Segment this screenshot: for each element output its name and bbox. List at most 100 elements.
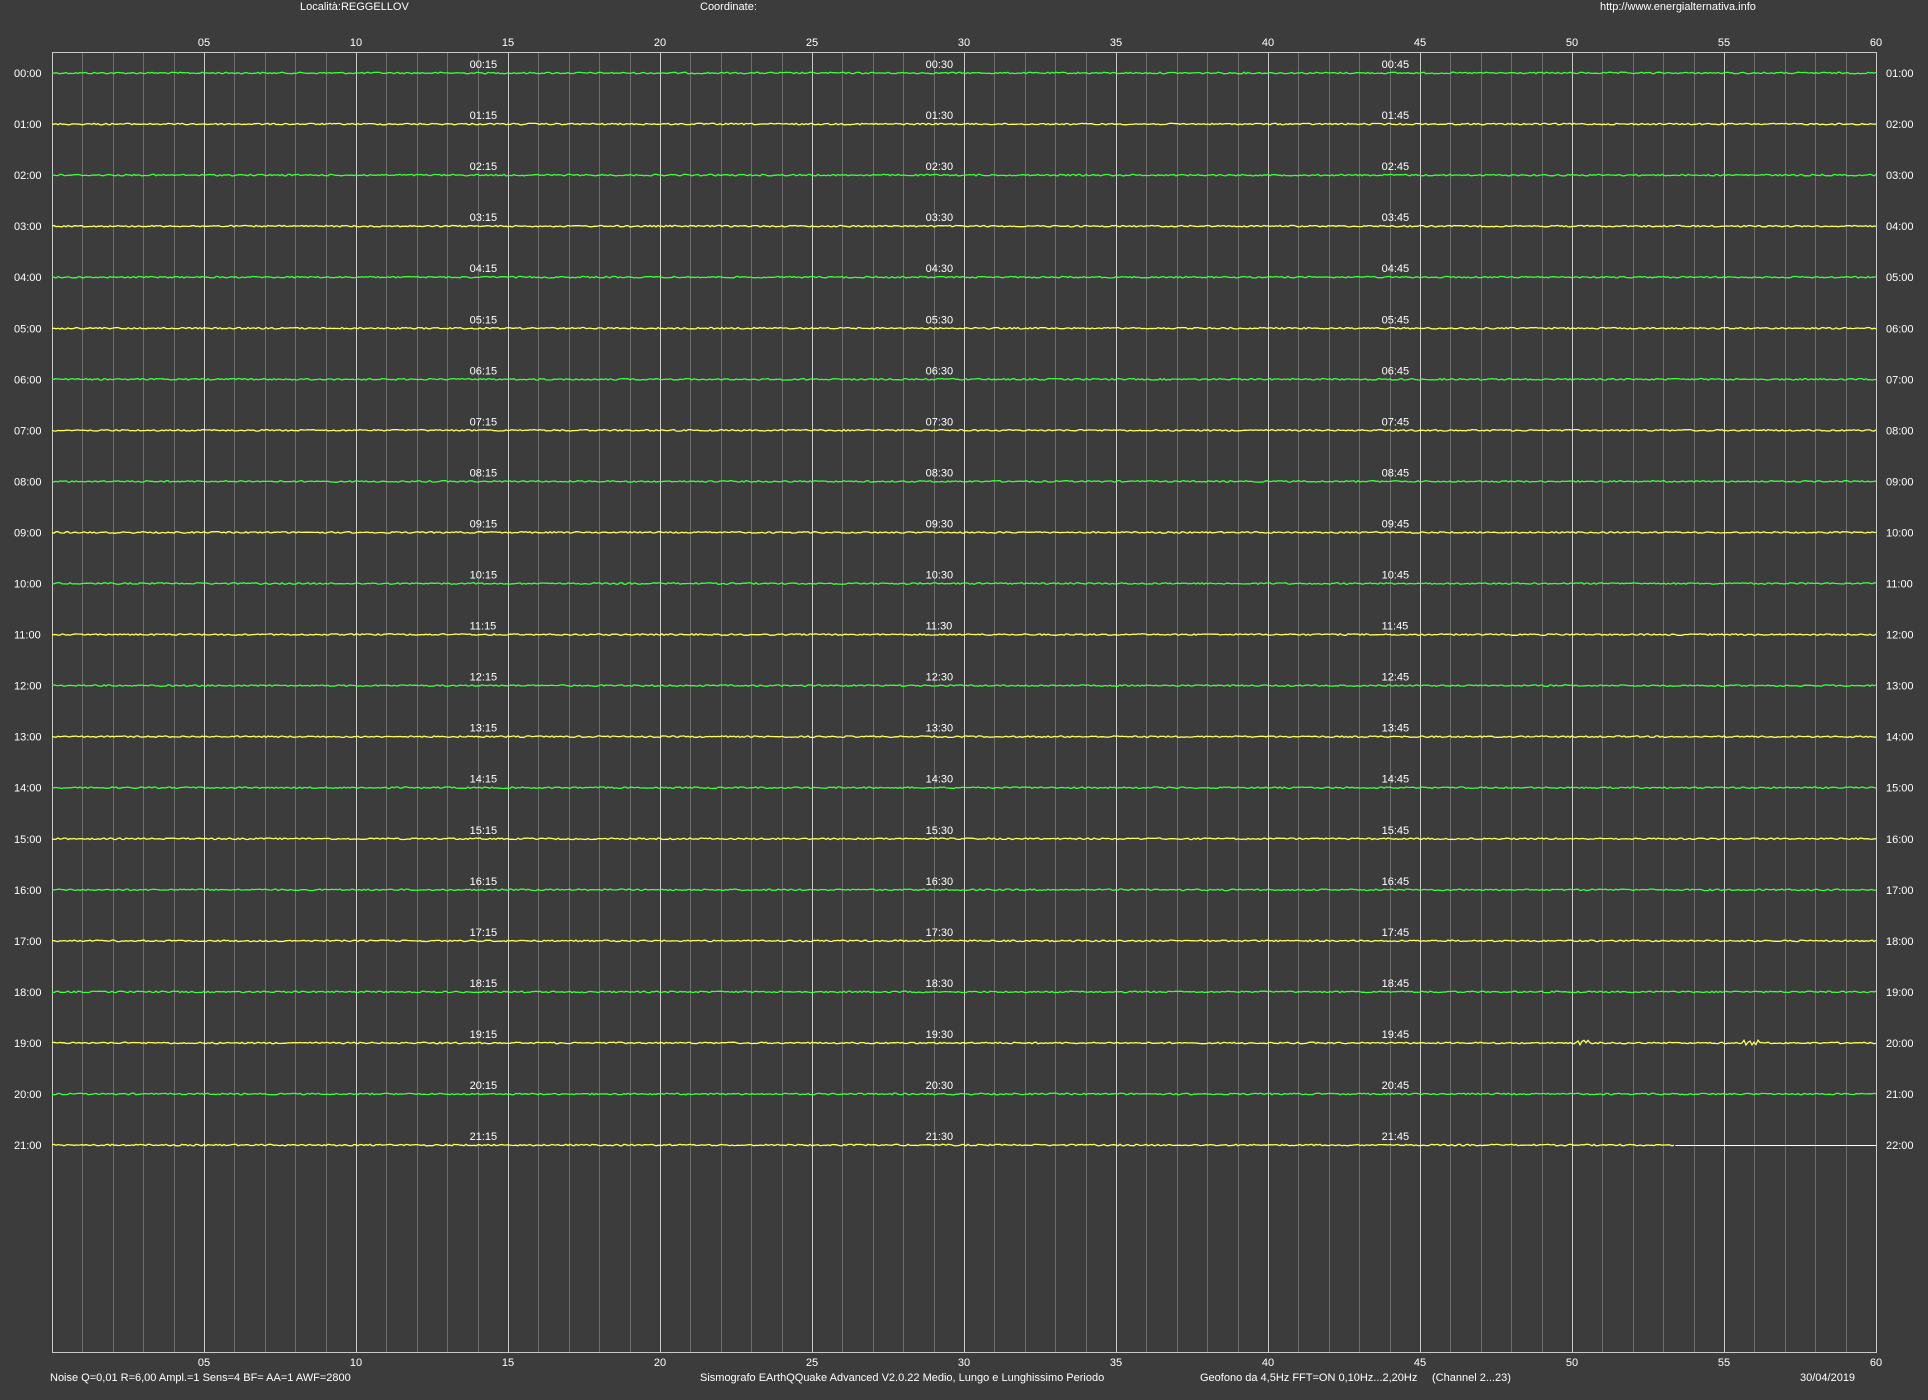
x-tick-label-top: 35 (1110, 37, 1122, 49)
x-tick-label-top: 60 (1870, 37, 1882, 49)
row-label-left: 20:00 (14, 1089, 42, 1101)
quarter-hour-label: 04:45 (1382, 263, 1410, 275)
row-label-right: 17:00 (1886, 885, 1914, 897)
quarter-hour-label: 18:30 (926, 978, 954, 990)
row-label-right: 21:00 (1886, 1089, 1914, 1101)
row-label-left: 17:00 (14, 936, 42, 948)
x-tick-label-bottom: 40 (1262, 1357, 1274, 1369)
quarter-hour-label: 03:30 (926, 212, 954, 224)
quarter-hour-label: 13:30 (926, 723, 954, 735)
quarter-hour-label: 03:45 (1382, 212, 1410, 224)
quarter-hour-label: 19:45 (1382, 1029, 1410, 1041)
quarter-hour-label: 06:15 (470, 365, 498, 377)
quarter-hour-label: 11:45 (1382, 621, 1409, 633)
quarter-hour-label: 01:15 (470, 110, 498, 122)
quarter-hour-label: 16:15 (470, 876, 498, 888)
row-label-right: 13:00 (1886, 681, 1914, 693)
quarter-hour-label: 20:15 (470, 1080, 498, 1092)
quarter-hour-label: 07:15 (470, 416, 498, 428)
row-label-right: 08:00 (1886, 425, 1914, 437)
row-label-right: 06:00 (1886, 323, 1914, 335)
row-label-left: 18:00 (14, 987, 42, 999)
trace-line-21 (51, 1143, 1675, 1147)
quarter-hour-label: 09:45 (1382, 518, 1410, 530)
row-label-left: 07:00 (14, 425, 42, 437)
quarter-hour-label: 15:15 (470, 825, 498, 837)
row-label-right: 19:00 (1886, 987, 1914, 999)
quarter-hour-label: 02:30 (926, 161, 954, 173)
row-label-left: 00:00 (14, 68, 42, 80)
row-label-right: 11:00 (1886, 579, 1913, 591)
row-label-right: 16:00 (1886, 834, 1914, 846)
row-label-left: 01:00 (14, 119, 42, 131)
x-tick-label-bottom: 15 (502, 1357, 514, 1369)
quarter-hour-label: 02:45 (1382, 161, 1410, 173)
x-tick-label-top: 45 (1414, 37, 1426, 49)
quarter-hour-label: 13:45 (1382, 723, 1410, 735)
x-tick-label-top: 40 (1262, 37, 1274, 49)
x-tick-label-bottom: 45 (1414, 1357, 1426, 1369)
quarter-hour-label: 19:30 (926, 1029, 954, 1041)
row-label-right: 20:00 (1886, 1038, 1914, 1050)
quarter-hour-label: 00:15 (470, 59, 498, 71)
x-tick-label-bottom: 25 (806, 1357, 818, 1369)
x-tick-label-top: 50 (1566, 37, 1578, 49)
geofono-label: Geofono da 4,5Hz FFT=ON 0,10Hz...2,20Hz (1200, 1372, 1418, 1384)
row-label-right: 05:00 (1886, 272, 1914, 284)
quarter-hour-label: 17:15 (470, 927, 498, 939)
quarter-hour-label: 18:45 (1382, 978, 1410, 990)
quarter-hour-label: 00:45 (1382, 59, 1410, 71)
quarter-hour-label: 11:30 (926, 621, 953, 633)
quarter-hour-label: 21:15 (470, 1131, 498, 1143)
x-tick-label-top: 30 (958, 37, 970, 49)
row-label-left: 05:00 (14, 323, 42, 335)
noise-settings-label: Noise Q=0,01 R=6,00 Ampl.=1 Sens=4 BF= A… (50, 1372, 351, 1384)
quarter-hour-label: 18:15 (470, 978, 498, 990)
row-label-left: 06:00 (14, 374, 42, 386)
row-label-left: 15:00 (14, 834, 42, 846)
quarter-hour-label: 12:45 (1382, 672, 1410, 684)
quarter-hour-label: 04:15 (470, 263, 498, 275)
quarter-hour-label: 06:30 (926, 365, 954, 377)
quarter-hour-label: 14:15 (470, 774, 498, 786)
quarter-hour-label: 08:45 (1382, 467, 1410, 479)
x-tick-label-top: 20 (654, 37, 666, 49)
x-tick-label-top: 55 (1718, 37, 1730, 49)
row-label-left: 03:00 (14, 221, 42, 233)
quarter-hour-label: 01:30 (926, 110, 954, 122)
row-label-left: 21:00 (14, 1140, 42, 1152)
seismograph-chart: Località:REGGELLOV Coordinate: http://ww… (0, 0, 1928, 1400)
quarter-hour-label: 01:45 (1382, 110, 1410, 122)
quarter-hour-label: 14:30 (926, 774, 954, 786)
row-label-left: 16:00 (14, 885, 42, 897)
quarter-hour-label: 20:45 (1382, 1080, 1410, 1092)
row-label-right: 14:00 (1886, 732, 1914, 744)
quarter-hour-label: 17:45 (1382, 927, 1410, 939)
quarter-hour-label: 12:30 (926, 672, 954, 684)
row-label-left: 09:00 (14, 527, 42, 539)
row-label-left: 13:00 (14, 732, 42, 744)
x-tick-label-bottom: 20 (654, 1357, 666, 1369)
row-label-right: 09:00 (1886, 476, 1914, 488)
quarter-hour-label: 16:30 (926, 876, 954, 888)
quarter-hour-label: 21:45 (1382, 1131, 1410, 1143)
quarter-hour-label: 20:30 (926, 1080, 954, 1092)
row-label-left: 14:00 (14, 783, 42, 795)
quarter-hour-label: 09:15 (470, 518, 498, 530)
quarter-hour-label: 15:30 (926, 825, 954, 837)
quarter-hour-label: 05:30 (926, 314, 954, 326)
row-label-right: 04:00 (1886, 221, 1914, 233)
x-tick-label-bottom: 35 (1110, 1357, 1122, 1369)
row-label-right: 12:00 (1886, 630, 1914, 642)
x-tick-label-top: 15 (502, 37, 514, 49)
quarter-hour-label: 10:15 (470, 570, 498, 582)
quarter-hour-label: 17:30 (926, 927, 954, 939)
x-tick-label-bottom: 30 (958, 1357, 970, 1369)
quarter-hour-label: 08:30 (926, 467, 954, 479)
quarter-hour-label: 05:15 (470, 314, 498, 326)
row-label-left: 04:00 (14, 272, 42, 284)
row-label-right: 10:00 (1886, 527, 1914, 539)
x-tick-label-bottom: 55 (1718, 1357, 1730, 1369)
x-tick-label-bottom: 05 (198, 1357, 210, 1369)
row-label-left: 11:00 (14, 630, 41, 642)
